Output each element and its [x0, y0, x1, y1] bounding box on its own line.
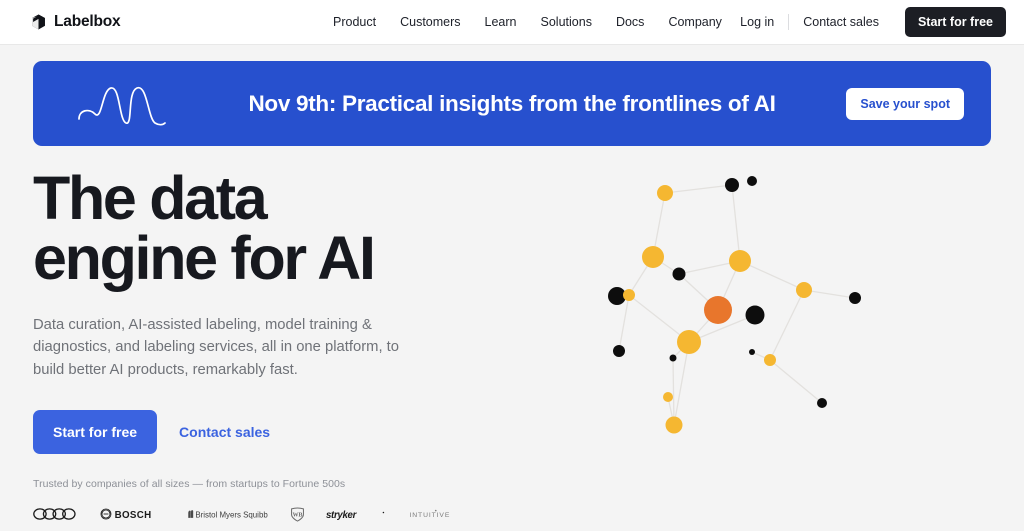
labelbox-cube-icon [31, 14, 46, 30]
graph-node [665, 416, 683, 434]
brand-logo[interactable]: Labelbox [31, 13, 121, 31]
graph-node [623, 289, 635, 301]
hero-section: The data engine for AI Data curation, AI… [0, 146, 1024, 531]
graph-node [817, 398, 827, 408]
graph-node [725, 178, 739, 192]
graph-node [764, 354, 776, 366]
customer-logo-row: BOSCH Bristol Myers Squibb WB stryker IN… [33, 503, 503, 525]
nav-item-company[interactable]: Company [668, 15, 722, 29]
login-link[interactable]: Log in [726, 15, 788, 29]
headline-line-1: The data [33, 164, 268, 232]
top-navigation-bar: Labelbox Product Customers Learn Solutio… [0, 0, 1024, 45]
hero-subtitle: Data curation, AI-assisted labeling, mod… [33, 316, 400, 378]
brand-name: Labelbox [54, 13, 121, 30]
nav-actions: Log in Contact sales Start for free [726, 7, 1006, 37]
svg-text:BOSCH: BOSCH [115, 510, 152, 520]
page-title: The data engine for AI [33, 168, 503, 289]
graph-edge [664, 184, 733, 194]
nav-item-product[interactable]: Product [333, 15, 376, 29]
hero-start-for-free-button[interactable]: Start for free [33, 410, 158, 455]
graph-edge [731, 184, 741, 262]
stryker-logo-icon: stryker [326, 508, 388, 521]
hero-contact-sales-link[interactable]: Contact sales [169, 410, 280, 454]
graph-node [642, 246, 664, 268]
start-for-free-button[interactable]: Start for free [904, 7, 1006, 37]
intuitive-logo-icon: INTUITIVE [409, 509, 469, 520]
trust-note: Trusted by companies of all sizes — from… [33, 478, 346, 491]
headline-line-2: engine for AI [33, 224, 376, 293]
graph-node [704, 296, 732, 324]
graph-edge [769, 289, 805, 361]
nav-item-docs[interactable]: Docs [616, 15, 644, 29]
hero-content: The data engine for AI Data curation, AI… [33, 168, 503, 525]
warner-bros-logo-icon: WB [290, 507, 305, 522]
graph-node [745, 305, 765, 325]
hero-cta-row: Start for free Contact sales [33, 410, 503, 455]
graph-node [747, 176, 757, 186]
primary-nav-links: Product Customers Learn Solutions Docs C… [333, 15, 722, 29]
graph-node [663, 392, 673, 402]
audi-logo-icon [33, 508, 79, 520]
graph-node [672, 267, 686, 281]
save-your-spot-button[interactable]: Save your spot [846, 87, 964, 120]
graph-node [613, 345, 625, 357]
graph-node [677, 330, 701, 354]
graph-edge [672, 357, 675, 426]
graph-node [796, 282, 812, 298]
svg-text:INTUITIVE: INTUITIVE [410, 512, 451, 519]
bosch-logo-icon: BOSCH [100, 508, 164, 520]
bristol-myers-squibb-logo-icon: Bristol Myers Squibb [185, 508, 269, 520]
graph-node [849, 292, 861, 304]
nav-item-customers[interactable]: Customers [400, 15, 460, 29]
graph-node [669, 354, 677, 362]
network-graph-illustration [580, 160, 900, 450]
announcement-banner[interactable]: Nov 9th: Practical insights from the fro… [33, 61, 991, 146]
contact-sales-link[interactable]: Contact sales [789, 15, 893, 29]
nav-item-learn[interactable]: Learn [485, 15, 517, 29]
svg-text:WB: WB [293, 512, 303, 518]
graph-node [749, 349, 755, 355]
svg-text:stryker: stryker [326, 510, 358, 521]
graph-edge [769, 359, 823, 404]
graph-node [729, 250, 751, 272]
graph-node [657, 185, 673, 201]
svg-text:Bristol Myers Squibb: Bristol Myers Squibb [195, 510, 268, 519]
nav-item-solutions[interactable]: Solutions [541, 15, 592, 29]
